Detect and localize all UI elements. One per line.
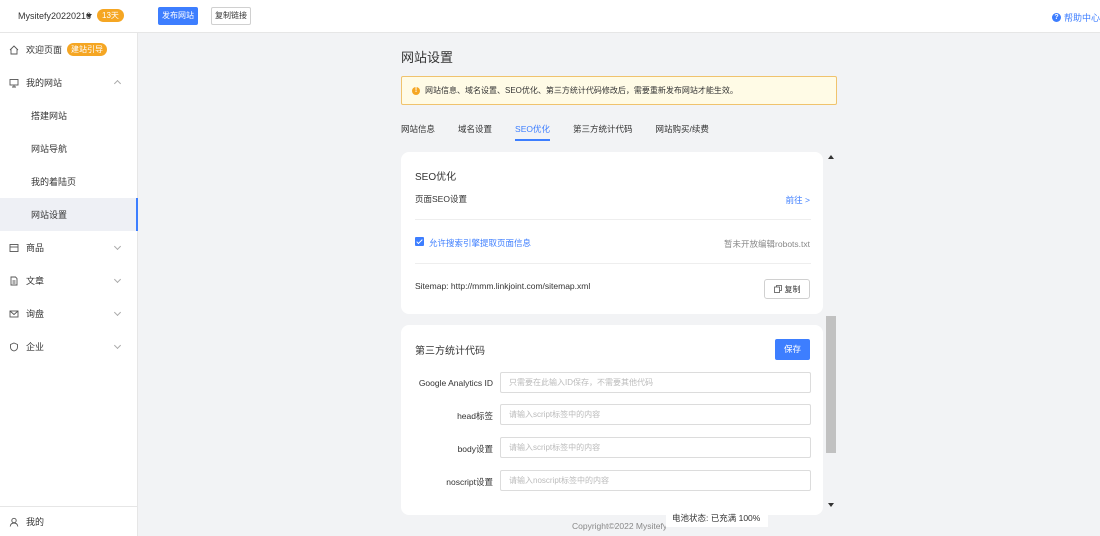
top-bar: Mysitefy20220216 13天 发布网站 复制链接 ? 帮助中心 bbox=[0, 0, 1100, 33]
chevron-down-icon bbox=[113, 242, 122, 251]
warning-icon: ! bbox=[412, 86, 420, 95]
allow-crawl-label[interactable]: 允许搜索引擎提取页面信息 bbox=[429, 237, 531, 249]
chevron-down-icon[interactable] bbox=[86, 14, 92, 18]
sidebar-item-site-nav[interactable]: 网站导航 bbox=[0, 132, 138, 165]
tab-third-party[interactable]: 第三方统计代码 bbox=[573, 123, 633, 141]
save-button[interactable]: 保存 bbox=[775, 339, 810, 360]
sidebar-item-my-site[interactable]: 我的网站 bbox=[0, 66, 138, 99]
sidebar-item-label: 我的网站 bbox=[26, 78, 63, 88]
chevron-down-icon bbox=[113, 308, 122, 317]
body-setting-label: body设置 bbox=[457, 444, 493, 454]
publish-site-button[interactable]: 发布网站 bbox=[158, 7, 198, 25]
notice-banner: ! 网站信息、域名设置、SEO优化、第三方统计代码修改后，需要重新发布网站才能生… bbox=[401, 76, 837, 105]
sidebar-item-label: 我的 bbox=[26, 517, 45, 527]
chevron-up-icon bbox=[113, 79, 122, 88]
ga-id-input[interactable]: 只需要在此输入ID保存，不需要其他代码 bbox=[500, 372, 811, 393]
sidebar-item-me[interactable]: 我的 bbox=[0, 506, 138, 536]
sidebar-item-inquiry[interactable]: 询盘 bbox=[0, 297, 138, 330]
page-seo-go-link[interactable]: 前往 > bbox=[786, 194, 810, 206]
battery-status: 电池状态: 已充满 100% bbox=[666, 509, 768, 527]
page-title: 网站设置 bbox=[401, 50, 454, 65]
scrollbar[interactable] bbox=[826, 152, 836, 509]
sidebar-item-articles[interactable]: 文章 bbox=[0, 264, 138, 297]
divider bbox=[415, 219, 811, 220]
monitor-icon bbox=[9, 78, 19, 87]
noscript-input[interactable]: 请输入noscript标签中的内容 bbox=[500, 470, 811, 491]
scroll-up-icon[interactable] bbox=[828, 155, 834, 159]
chevron-down-icon bbox=[113, 341, 122, 350]
sidebar-item-company[interactable]: 企业 bbox=[0, 330, 138, 363]
sidebar-item-build-site[interactable]: 搭建网站 bbox=[0, 99, 138, 132]
sidebar: 欢迎页面 建站引导 我的网站 搭建网站 网站导航 我的着陆页 网站设置 商品 文… bbox=[0, 33, 138, 536]
footer-copyright: Copyright©2022 Mysitefy bbox=[572, 521, 668, 531]
robots-note: 暂未开放编辑robots.txt bbox=[724, 239, 810, 249]
scroll-thumb[interactable] bbox=[826, 316, 836, 453]
noscript-label: noscript设置 bbox=[446, 477, 493, 487]
guide-badge[interactable]: 建站引导 bbox=[67, 43, 108, 56]
ga-id-label: Google Analytics ID bbox=[418, 378, 493, 388]
page-seo-label: 页面SEO设置 bbox=[415, 194, 467, 204]
home-icon bbox=[9, 44, 19, 54]
body-setting-input[interactable]: 请输入script标签中的内容 bbox=[500, 437, 811, 458]
sidebar-item-label: 询盘 bbox=[26, 309, 45, 319]
third-party-card: 第三方统计代码 保存 Google Analytics ID 只需要在此输入ID… bbox=[401, 325, 823, 515]
copy-label: 复制 bbox=[784, 284, 801, 294]
sidebar-item-landing-page[interactable]: 我的着陆页 bbox=[0, 165, 138, 198]
notice-text: 网站信息、域名设置、SEO优化、第三方统计代码修改后，需要重新发布网站才能生效。 bbox=[425, 86, 738, 95]
sidebar-item-welcome[interactable]: 欢迎页面 建站引导 bbox=[0, 33, 138, 66]
site-name[interactable]: Mysitefy20220216 bbox=[18, 11, 91, 21]
chevron-down-icon bbox=[113, 275, 122, 284]
head-tag-label: head标签 bbox=[457, 411, 493, 421]
settings-tabs: 网站信息 域名设置 SEO优化 第三方统计代码 网站购买/续费 bbox=[401, 123, 732, 141]
sidebar-item-site-settings[interactable]: 网站设置 bbox=[0, 198, 138, 231]
product-icon bbox=[9, 243, 19, 252]
seo-card: SEO优化 页面SEO设置 前往 > 允许搜索引擎提取页面信息 暂未开放编辑ro… bbox=[401, 152, 823, 314]
sidebar-item-label: 企业 bbox=[26, 342, 45, 352]
mail-icon bbox=[9, 310, 19, 317]
days-remaining-badge: 13天 bbox=[97, 9, 124, 22]
sidebar-item-label: 商品 bbox=[26, 243, 45, 253]
copy-link-button[interactable]: 复制链接 bbox=[211, 7, 251, 25]
head-tag-input[interactable]: 请输入script标签中的内容 bbox=[500, 404, 811, 425]
sidebar-item-label: 欢迎页面 bbox=[26, 45, 63, 55]
copy-icon bbox=[773, 285, 782, 293]
question-icon: ? bbox=[1051, 13, 1061, 22]
tab-domain[interactable]: 域名设置 bbox=[458, 123, 492, 141]
divider bbox=[415, 263, 811, 264]
shield-icon bbox=[10, 342, 18, 351]
scroll-down-icon[interactable] bbox=[828, 503, 834, 507]
help-center-link[interactable]: ? 帮助中心 bbox=[1051, 11, 1100, 24]
sidebar-item-label: 文章 bbox=[26, 276, 45, 286]
third-party-card-title: 第三方统计代码 bbox=[415, 346, 485, 357]
user-icon bbox=[9, 517, 19, 527]
tab-site-info[interactable]: 网站信息 bbox=[401, 123, 435, 141]
allow-crawl-checkbox[interactable] bbox=[415, 237, 424, 246]
help-center-label: 帮助中心 bbox=[1063, 13, 1100, 23]
sitemap-url: Sitemap: http://mmm.linkjoint.com/sitema… bbox=[415, 281, 591, 291]
sidebar-item-products[interactable]: 商品 bbox=[0, 231, 138, 264]
tab-purchase[interactable]: 网站购买/续费 bbox=[656, 123, 709, 141]
document-icon bbox=[10, 276, 18, 285]
tab-seo[interactable]: SEO优化 bbox=[515, 123, 550, 141]
seo-card-title: SEO优化 bbox=[415, 172, 457, 183]
copy-sitemap-button[interactable]: 复制 bbox=[764, 279, 810, 299]
